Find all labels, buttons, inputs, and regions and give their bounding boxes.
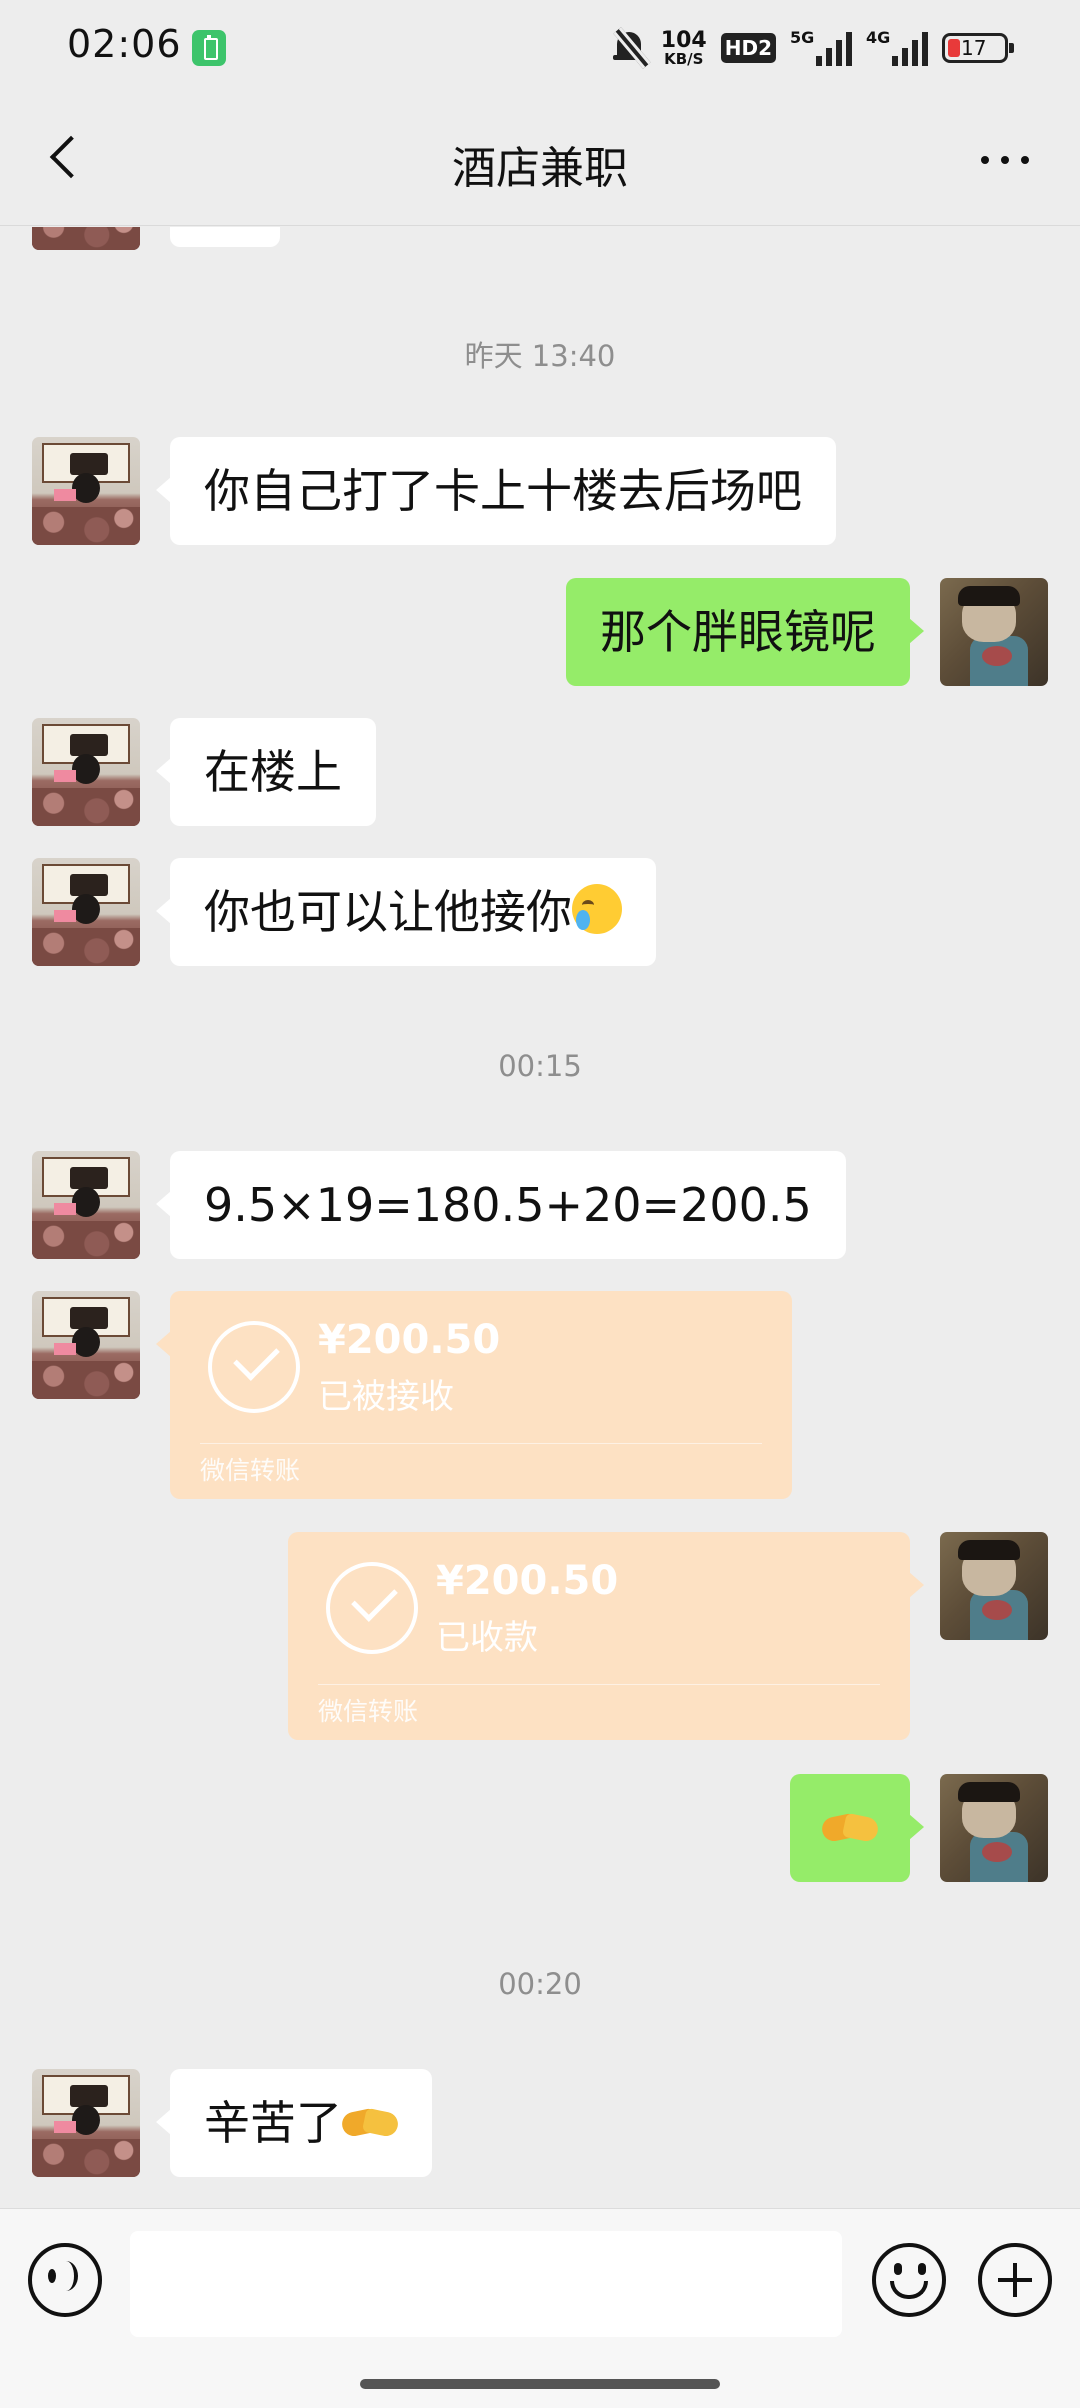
transfer-footer: 微信转账 (318, 1697, 419, 1726)
avatar-me[interactable] (940, 578, 1048, 686)
message-text: 辛苦了 (204, 2096, 342, 2150)
battery-level: 17 (961, 36, 987, 60)
transfer-card[interactable]: ¥200.50 已被接收 微信转账 (156, 1291, 792, 1499)
message-text: 在楼上 (204, 745, 342, 799)
avatar-other[interactable] (32, 227, 140, 250)
message-bubble[interactable]: 你也可以让他接你 (156, 858, 656, 966)
voice-icon[interactable] (28, 2243, 102, 2317)
more-icon[interactable] (970, 140, 1040, 180)
signal-4g-label: 4G (866, 28, 891, 47)
message-text: 9.5×19=180.5+20=200.5 (204, 1178, 812, 1232)
emoji-icon[interactable] (872, 2243, 946, 2317)
transfer-divider (318, 1684, 880, 1685)
avatar-me[interactable] (940, 1532, 1048, 1640)
message-text: 那个胖眼镜呢 (600, 605, 876, 659)
network-speed: 104 KB/S (660, 27, 707, 68)
transfer-status: 已收款 (436, 1618, 538, 1658)
handshake-emoji-icon (342, 2103, 398, 2143)
handshake-emoji-icon (822, 1808, 878, 1848)
message-input[interactable] (130, 2231, 842, 2337)
crying-laughing-emoji-icon (572, 884, 622, 934)
message-bubble[interactable]: 你自己打了卡上十楼去后场吧 (156, 437, 836, 545)
timestamp: 00:15 (498, 1049, 582, 1083)
bell-muted-icon (611, 27, 651, 69)
chat-area[interactable]: 昨天 13:40 你自己打了卡上十楼去后场吧 那个胖眼镜呢 在楼上 你也可以让他… (0, 227, 1080, 2208)
battery-icon: 17 (942, 33, 1014, 63)
status-bar: 02:06 104 KB/S HD2 5G 4G 17 (0, 0, 1080, 96)
check-circle-icon (326, 1562, 418, 1654)
message-bubble[interactable]: 在楼上 (156, 718, 376, 826)
timestamp: 昨天 13:40 (464, 339, 616, 373)
plus-icon[interactable] (978, 2243, 1052, 2317)
hd-badge: HD2 (720, 33, 776, 63)
signal-5g-label: 5G (790, 28, 815, 47)
network-speed-value: 104 (660, 27, 707, 53)
avatar-other[interactable] (32, 718, 140, 826)
avatar-other[interactable] (32, 1151, 140, 1259)
transfer-amount: ¥200.50 (318, 1317, 501, 1363)
signal-4g-icon: 4G (866, 28, 928, 68)
message-text: 你也可以让他接你 (204, 885, 572, 939)
input-bar (0, 2208, 1080, 2408)
check-circle-icon (208, 1321, 300, 1413)
status-time: 02:06 (67, 22, 182, 66)
message-text: 你自己打了卡上十楼去后场吧 (204, 464, 802, 518)
avatar-other[interactable] (32, 2069, 140, 2177)
message-bubble[interactable] (790, 1774, 924, 1882)
message-bubble[interactable]: 9.5×19=180.5+20=200.5 (156, 1151, 846, 1259)
nav-bar: 酒店兼职 (0, 96, 1080, 226)
transfer-status: 已被接收 (318, 1377, 454, 1417)
network-speed-unit: KB/S (664, 49, 704, 68)
avatar-me[interactable] (940, 1774, 1048, 1882)
signal-5g-icon: 5G (790, 28, 852, 68)
avatar-other[interactable] (32, 437, 140, 545)
battery-charging-notification-icon (192, 30, 226, 66)
transfer-amount: ¥200.50 (436, 1558, 619, 1604)
avatar-other[interactable] (32, 1291, 140, 1399)
message-bubble[interactable]: 辛苦了 (156, 2069, 432, 2177)
chat-title: 酒店兼职 (452, 143, 628, 194)
transfer-footer: 微信转账 (200, 1456, 301, 1485)
home-indicator[interactable] (360, 2379, 720, 2389)
transfer-divider (200, 1443, 762, 1444)
timestamp: 00:20 (498, 1967, 582, 2001)
message-bubble[interactable]: 那个胖眼镜呢 (566, 578, 924, 686)
message-bubble-partial[interactable] (170, 227, 280, 247)
transfer-card[interactable]: ¥200.50 已收款 微信转账 (288, 1532, 924, 1740)
status-icons: 104 KB/S HD2 5G 4G 17 (611, 26, 1014, 70)
avatar-other[interactable] (32, 858, 140, 966)
